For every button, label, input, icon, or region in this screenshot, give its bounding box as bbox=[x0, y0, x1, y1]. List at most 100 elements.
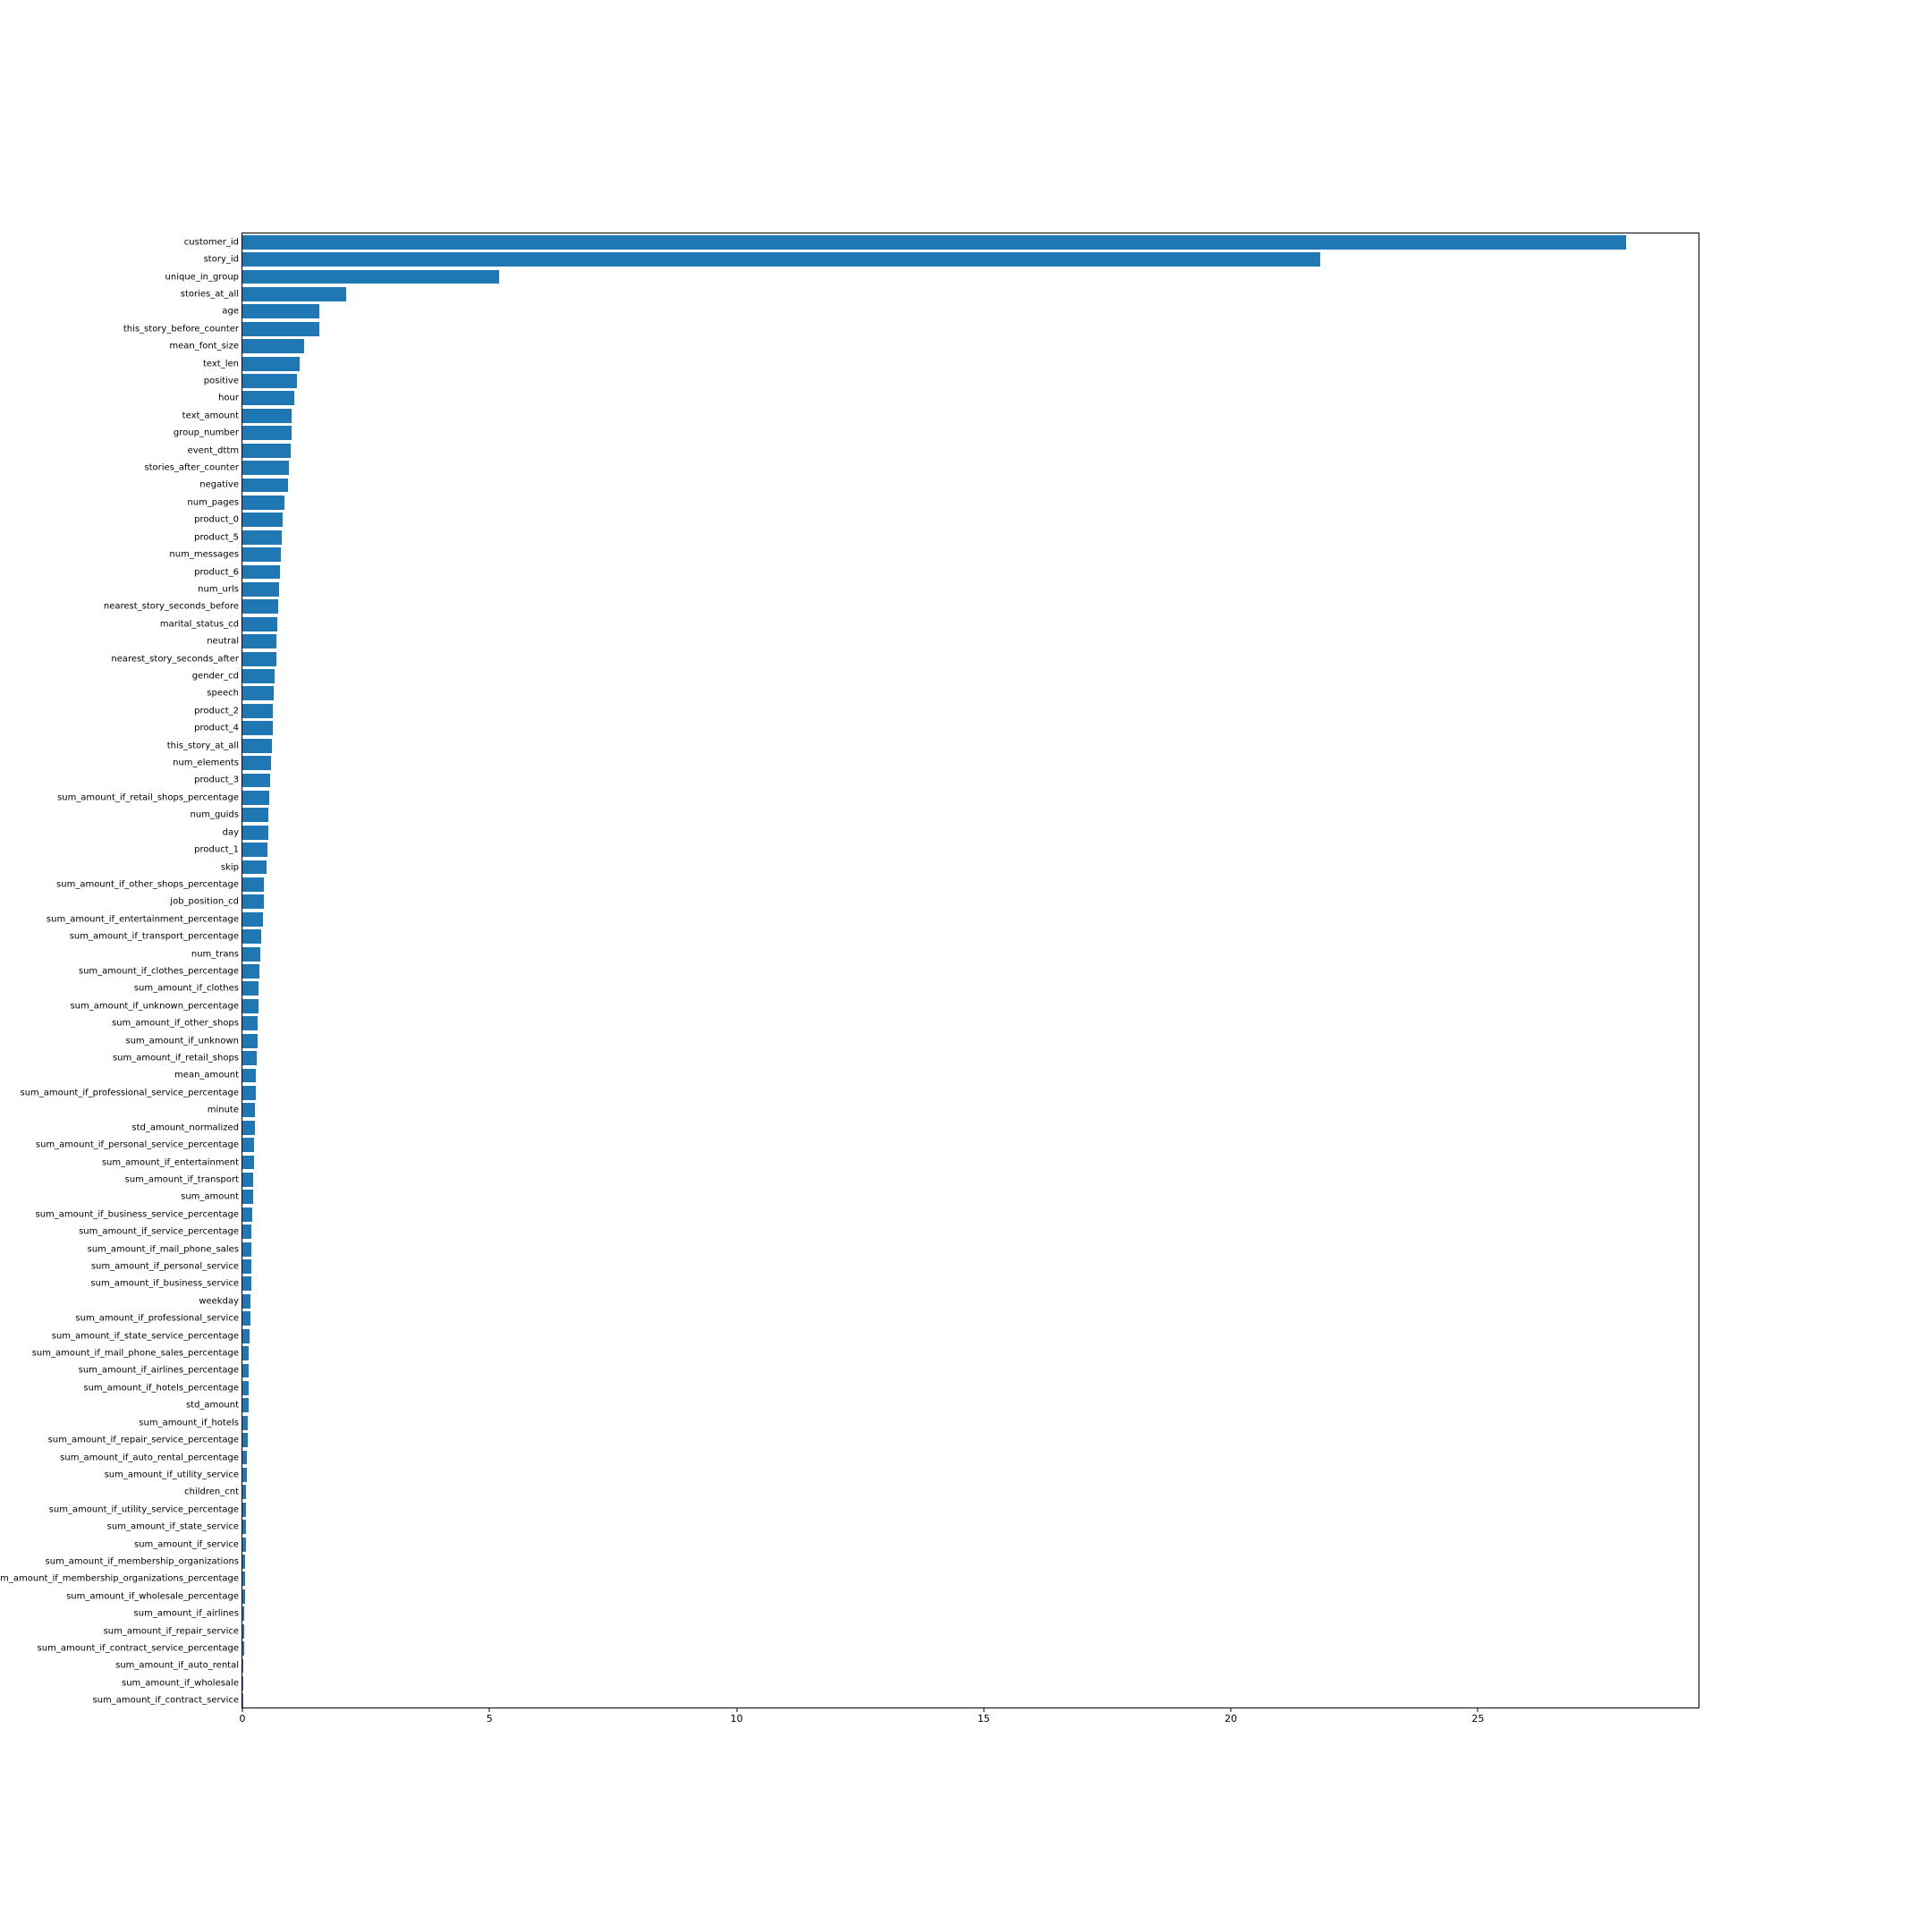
y-tick-label: product_3 bbox=[194, 775, 239, 785]
bar bbox=[242, 1224, 251, 1239]
bar bbox=[242, 1433, 248, 1447]
bar bbox=[242, 1641, 244, 1656]
y-tick-label: event_dttm bbox=[188, 445, 239, 455]
y-tick-label: sum_amount_if_clothes_percentage bbox=[79, 967, 239, 977]
y-tick-label: this_story_before_counter bbox=[123, 324, 239, 334]
y-tick-label: sum_amount_if_airlines bbox=[134, 1609, 239, 1619]
bar bbox=[242, 1190, 253, 1204]
bar bbox=[242, 617, 277, 631]
y-tick-label: customer_id bbox=[184, 237, 239, 247]
bar bbox=[242, 235, 1626, 250]
bar bbox=[242, 444, 291, 458]
y-tick-label: product_2 bbox=[194, 706, 239, 716]
bar bbox=[242, 1051, 257, 1065]
y-tick-label: positive bbox=[204, 377, 239, 386]
bar bbox=[242, 339, 304, 353]
y-tick-label: sum_amount_if_wholesale bbox=[122, 1678, 239, 1688]
x-tick-mark bbox=[983, 1707, 984, 1712]
bar bbox=[242, 981, 258, 996]
y-tick-label: sum_amount_if_professional_service bbox=[75, 1314, 239, 1324]
y-tick-label: mean_amount bbox=[174, 1071, 239, 1080]
y-tick-label: gender_cd bbox=[192, 672, 239, 682]
y-tick-label: story_id bbox=[204, 255, 239, 265]
y-tick-label: sum_amount_if_retail_shops bbox=[113, 1054, 239, 1063]
bar bbox=[242, 547, 281, 562]
y-tick-label: job_position_cd bbox=[170, 897, 239, 907]
y-tick-label: sum_amount_if_utility_service bbox=[105, 1470, 239, 1479]
bar bbox=[242, 1138, 254, 1152]
bar bbox=[242, 374, 297, 388]
bar bbox=[242, 774, 270, 788]
bar bbox=[242, 1676, 243, 1690]
x-tick-label: 5 bbox=[487, 1713, 493, 1724]
bar bbox=[242, 929, 261, 944]
bar bbox=[242, 496, 284, 510]
x-axis-ticks: 0510152025 bbox=[242, 1707, 1699, 1734]
y-tick-label: sum_amount_if_entertainment_percentage bbox=[47, 914, 239, 924]
bar bbox=[242, 1572, 245, 1586]
y-tick-label: day bbox=[223, 827, 239, 837]
bar bbox=[242, 1069, 256, 1083]
bar bbox=[242, 1606, 244, 1621]
bar bbox=[242, 391, 294, 405]
y-tick-label: num_elements bbox=[173, 758, 239, 768]
plot-area: customer_idstory_idunique_in_groupstorie… bbox=[242, 233, 1699, 1708]
y-tick-label: num_pages bbox=[187, 497, 239, 507]
x-tick-label: 10 bbox=[731, 1713, 743, 1724]
bar bbox=[242, 721, 273, 735]
y-tick-label: minute bbox=[208, 1106, 239, 1115]
y-tick-label: marital_status_cd bbox=[160, 619, 239, 629]
y-tick-label: product_5 bbox=[194, 532, 239, 542]
y-tick-label: sum_amount_if_entertainment bbox=[102, 1157, 239, 1167]
y-tick-label: text_len bbox=[203, 359, 239, 369]
y-tick-label: sum_amount_if_airlines_percentage bbox=[79, 1366, 239, 1376]
bar bbox=[242, 565, 280, 580]
bar bbox=[242, 322, 319, 336]
y-tick-label: sum_amount_if_other_shops bbox=[112, 1019, 239, 1029]
y-tick-label: sum_amount_if_state_service bbox=[107, 1522, 239, 1532]
bar bbox=[242, 808, 268, 822]
bar bbox=[242, 739, 272, 753]
bar bbox=[242, 1451, 247, 1465]
bar bbox=[242, 894, 264, 909]
bar bbox=[242, 1173, 253, 1187]
y-tick-label: sum_amount_if_hotels_percentage bbox=[83, 1383, 239, 1393]
y-tick-label: group_number bbox=[174, 428, 239, 438]
bar bbox=[242, 479, 288, 493]
bar bbox=[242, 1294, 250, 1309]
x-tick-mark bbox=[736, 1707, 737, 1712]
bar bbox=[242, 1208, 252, 1222]
bar bbox=[242, 1311, 250, 1326]
bars-container bbox=[242, 233, 1699, 1707]
bar bbox=[242, 599, 278, 614]
y-tick-label: sum_amount_if_membership_organizations_p… bbox=[0, 1574, 239, 1584]
bar bbox=[242, 304, 319, 318]
x-tick-label: 15 bbox=[978, 1713, 990, 1724]
bar bbox=[242, 843, 267, 857]
y-tick-label: std_amount bbox=[186, 1401, 239, 1411]
y-tick-label: nearest_story_seconds_before bbox=[104, 602, 239, 612]
bar bbox=[242, 1329, 250, 1343]
y-tick-label: sum_amount_if_repair_service_percentage bbox=[48, 1436, 239, 1445]
y-tick-label: sum_amount_if_professional_service_perce… bbox=[20, 1088, 239, 1097]
bar bbox=[242, 1398, 249, 1412]
bar bbox=[242, 1016, 258, 1030]
bar bbox=[242, 860, 267, 875]
y-tick-label: unique_in_group bbox=[165, 272, 239, 282]
y-tick-label: product_4 bbox=[194, 724, 239, 733]
y-tick-label: sum_amount_if_business_service_percentag… bbox=[35, 1209, 239, 1219]
y-tick-label: sum_amount_if_contract_service bbox=[92, 1696, 239, 1706]
bar bbox=[242, 252, 1320, 267]
y-tick-label: sum_amount_if_auto_rental_percentage bbox=[60, 1453, 239, 1462]
y-tick-label: mean_font_size bbox=[169, 342, 239, 352]
bar bbox=[242, 1416, 248, 1430]
y-tick-label: sum_amount_if_clothes bbox=[134, 984, 239, 994]
y-tick-label: children_cnt bbox=[184, 1487, 239, 1497]
y-tick-label: sum_amount_if_other_shops_percentage bbox=[56, 879, 239, 889]
y-tick-label: sum_amount_if_business_service bbox=[90, 1279, 239, 1289]
y-tick-label: sum_amount_if_service_percentage bbox=[79, 1227, 239, 1237]
y-tick-label: product_0 bbox=[194, 515, 239, 525]
bar bbox=[242, 530, 282, 545]
bar bbox=[242, 1364, 249, 1378]
y-tick-label: num_trans bbox=[191, 949, 239, 959]
